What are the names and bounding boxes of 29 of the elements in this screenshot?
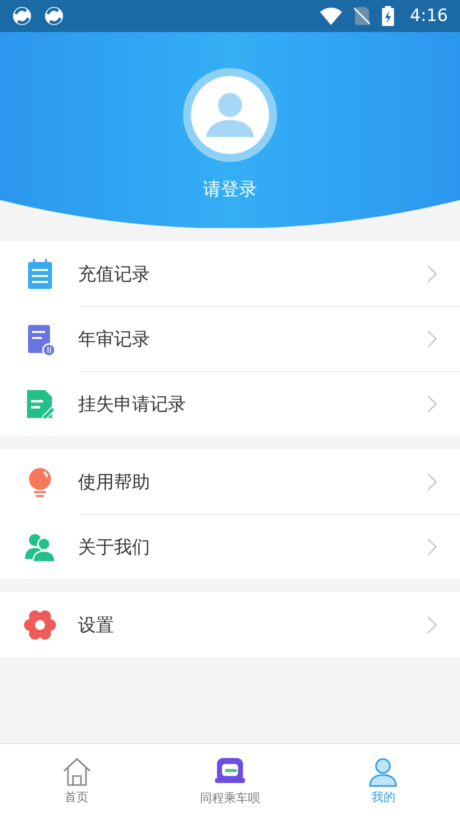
menu-item[interactable]: 年审记录 bbox=[0, 306, 460, 371]
chevron-right-icon bbox=[426, 472, 438, 492]
avatar[interactable] bbox=[182, 67, 278, 163]
wifi-icon bbox=[320, 7, 342, 25]
menu-item[interactable]: 设置 bbox=[0, 592, 460, 657]
sync-icon bbox=[44, 6, 64, 26]
person-icon bbox=[367, 757, 400, 787]
chevron-right-icon bbox=[426, 614, 438, 634]
menu-item[interactable]: 关于我们 bbox=[0, 514, 460, 579]
chevron-right-icon bbox=[426, 264, 438, 284]
tab[interactable]: 同程乘车呗 bbox=[153, 744, 307, 819]
menu-item[interactable]: 充值记录 bbox=[0, 241, 460, 306]
tab[interactable]: 首页 bbox=[0, 744, 154, 819]
menu-label: 充值记录 bbox=[78, 262, 151, 286]
menu-label: 年审记录 bbox=[78, 328, 151, 350]
menu-label: 关于我们 bbox=[78, 536, 151, 558]
menu-label: 设置 bbox=[78, 614, 115, 636]
chevron-right-icon bbox=[426, 536, 438, 556]
home-icon bbox=[60, 757, 93, 787]
menu-item[interactable]: 使用帮助 bbox=[0, 449, 460, 514]
battery-charging-icon bbox=[382, 6, 394, 26]
menu-label: 使用帮助 bbox=[78, 470, 151, 494]
no-sim-icon bbox=[354, 6, 370, 26]
chevron-right-icon bbox=[426, 328, 438, 348]
chevron-right-icon bbox=[426, 394, 438, 414]
menu-item[interactable]: 挂失申请记录 bbox=[0, 371, 460, 436]
sync-icon bbox=[12, 6, 32, 26]
menu-label: 挂失申请记录 bbox=[78, 392, 187, 416]
clock-time: 4:16 bbox=[410, 6, 448, 26]
